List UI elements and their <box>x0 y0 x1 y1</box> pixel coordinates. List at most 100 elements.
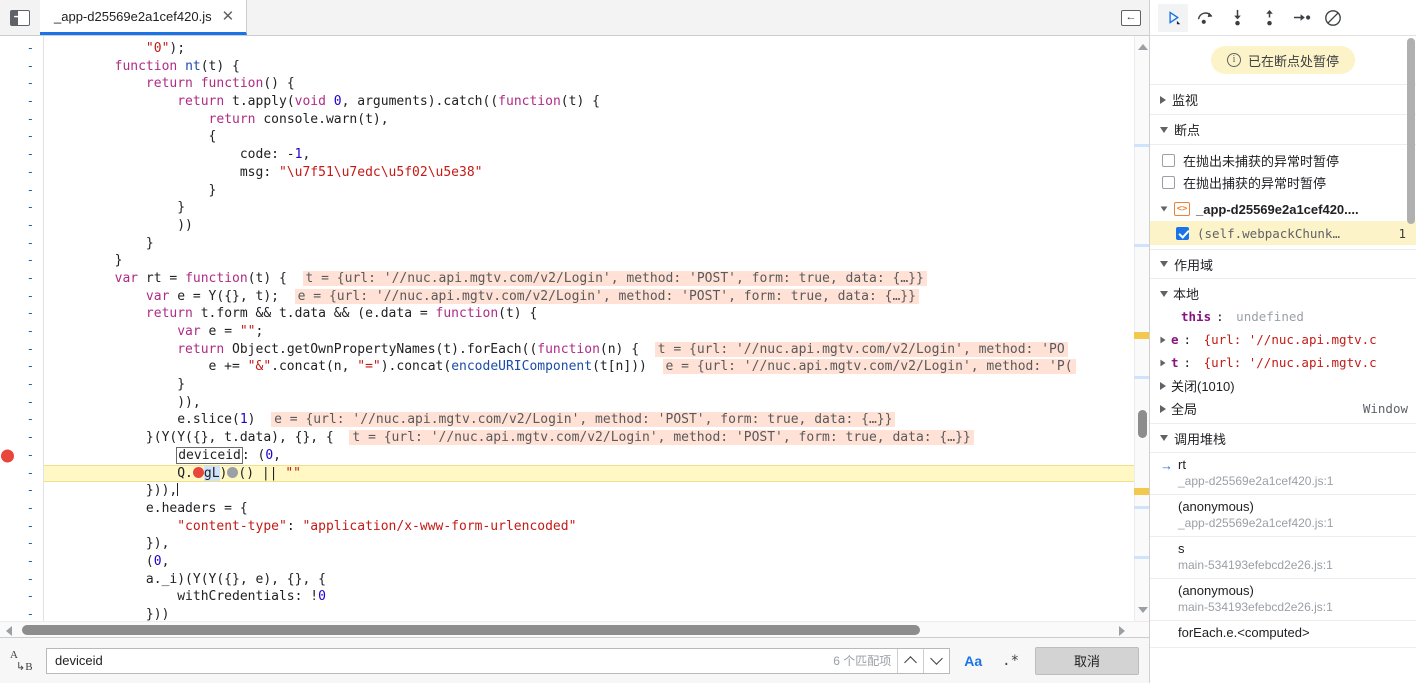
breakpoint-entry-row[interactable]: (self.webpackChunk… 1 <box>1150 221 1416 245</box>
gutter-line[interactable]: - <box>0 58 43 76</box>
code-line[interactable]: return console.warn(t), <box>44 111 1149 129</box>
gutter-line[interactable]: - <box>0 606 43 621</box>
checkbox-unchecked-icon[interactable] <box>1162 175 1175 189</box>
callstack-frame[interactable]: s main-534193efebcd2e26.js:1 <box>1150 537 1416 579</box>
code-line[interactable]: e.slice(1) e = {url: '//nuc.api.mgtv.com… <box>44 411 1149 429</box>
gutter-line[interactable]: - <box>0 358 43 376</box>
step-button[interactable] <box>1286 4 1316 32</box>
code-line[interactable]: var e = Y({}, t); e = {url: '//nuc.api.m… <box>44 288 1149 306</box>
gutter-line[interactable]: - <box>0 93 43 111</box>
code-line[interactable]: })), <box>44 482 1149 500</box>
code-line[interactable]: )), <box>44 394 1149 412</box>
gutter-line[interactable]: - <box>0 40 43 58</box>
code-line[interactable]: } <box>44 182 1149 200</box>
gutter-line[interactable]: - <box>0 75 43 93</box>
step-into-button[interactable] <box>1222 4 1252 32</box>
breakpoints-section-header[interactable]: 断点 <box>1150 115 1416 145</box>
code-line[interactable]: "0"); <box>44 40 1149 58</box>
scroll-right-arrow[interactable] <box>1119 626 1125 636</box>
gutter-line[interactable]: - <box>0 447 43 465</box>
scope-property-e[interactable]: e: {url: '//nuc.api.mgtv.c <box>1150 328 1416 351</box>
code-line[interactable]: e.headers = { <box>44 500 1149 518</box>
gutter-line[interactable]: - <box>0 252 43 270</box>
code-line[interactable]: var rt = function(t) { t = {url: '//nuc.… <box>44 270 1149 288</box>
gutter-line[interactable]: - <box>0 305 43 323</box>
code-line[interactable]: } <box>44 235 1149 253</box>
code-line[interactable]: function nt(t) { <box>44 58 1149 76</box>
step-out-button[interactable] <box>1254 4 1284 32</box>
gutter-line[interactable]: - <box>0 270 43 288</box>
code-line[interactable]: } <box>44 376 1149 394</box>
code-editor[interactable]: - - - - - - - - - - - - - - - - - - - - - - - - - - - - - - - - - "0"); … <box>0 36 1149 621</box>
scope-group-关闭(1010)[interactable]: 关闭(1010) <box>1150 374 1416 397</box>
scroll-down-arrow[interactable] <box>1138 607 1148 613</box>
code-horizontal-scrollbar[interactable] <box>0 621 1149 637</box>
checkbox-unchecked-icon[interactable] <box>1162 153 1175 167</box>
chevron-right-icon[interactable] <box>1160 359 1166 366</box>
code-line[interactable]: msg: "\u7f51\u7edc\u5f02\u5e38" <box>44 164 1149 182</box>
search-input[interactable] <box>47 648 834 673</box>
gutter-line[interactable]: - <box>0 199 43 217</box>
gutter-line[interactable]: - <box>0 588 43 606</box>
code-line[interactable]: "content-type": "application/x-www-form-… <box>44 518 1149 536</box>
search-prev-button[interactable] <box>897 648 924 673</box>
scope-section-header[interactable]: 作用域 <box>1150 249 1416 279</box>
gutter-line[interactable]: - <box>0 217 43 235</box>
vertical-scroll-thumb[interactable] <box>1138 410 1147 438</box>
code-line[interactable]: })) <box>44 606 1149 621</box>
scope-property-t[interactable]: t: {url: '//nuc.api.mgtv.c <box>1150 351 1416 374</box>
gutter-line[interactable]: - <box>0 164 43 182</box>
regex-button[interactable]: .* <box>996 653 1025 669</box>
code-line[interactable]: withCredentials: !0 <box>44 588 1149 606</box>
callstack-frame[interactable]: forEach.e.<computed> <box>1150 621 1416 648</box>
code-line[interactable]: return t.apply(void 0, arguments).catch(… <box>44 93 1149 111</box>
code-line[interactable]: }(Y(Y({}, t.data), {}, { t = {url: '//nu… <box>44 429 1149 447</box>
scroll-up-arrow[interactable] <box>1138 44 1148 50</box>
pause-caught-exceptions-row[interactable]: 在抛出捕获的异常时暂停 <box>1150 171 1416 193</box>
code-line[interactable]: )) <box>44 217 1149 235</box>
sidebar-scrollbar[interactable] <box>1406 36 1416 683</box>
show-navigator-button[interactable]: ➜ <box>0 0 40 35</box>
gutter-line[interactable]: - <box>0 518 43 536</box>
gutter-line[interactable]: - <box>0 182 43 200</box>
code-line[interactable]: e += "&".concat(n, "=").concat(encodeURI… <box>44 358 1149 376</box>
code-line[interactable]: (0, <box>44 553 1149 571</box>
gutter-line[interactable]: - <box>0 128 43 146</box>
checkbox-checked-icon[interactable] <box>1176 226 1189 240</box>
horizontal-scroll-thumb[interactable] <box>22 625 920 635</box>
code-line[interactable]: code: -1, <box>44 146 1149 164</box>
gutter-line[interactable]: - <box>0 341 43 359</box>
code-line[interactable]: var e = ""; <box>44 323 1149 341</box>
gutter-line[interactable]: - <box>0 146 43 164</box>
gutter-line[interactable]: - <box>0 376 43 394</box>
code-line[interactable]: deviceid: (0, <box>44 446 1149 465</box>
resume-button[interactable] <box>1158 3 1188 32</box>
code-line[interactable]: } <box>44 252 1149 270</box>
callstack-frame[interactable]: (anonymous) main-534193efebcd2e26.js:1 <box>1150 579 1416 621</box>
breakpoint-marker-icon[interactable] <box>1 449 14 463</box>
code-line[interactable]: }), <box>44 535 1149 553</box>
search-next-button[interactable] <box>923 648 950 673</box>
cancel-button[interactable]: 取消 <box>1035 646 1139 675</box>
collapse-sidebar-button[interactable]: ← <box>1121 9 1141 26</box>
gutter-line[interactable]: - <box>0 323 43 341</box>
gutter-line[interactable]: - <box>0 288 43 306</box>
sidebar-scroll-thumb[interactable] <box>1407 38 1415 224</box>
callstack-frame[interactable]: → rt _app-d25569e2a1cef420.js:1 <box>1150 453 1416 495</box>
gutter-line[interactable]: - <box>0 394 43 412</box>
code-line-executing[interactable]: Q. gL)() || "" <box>44 464 1149 483</box>
close-icon[interactable]: ✕ <box>220 9 237 24</box>
match-case-button[interactable]: Aa <box>960 653 986 669</box>
code-vertical-scrollbar[interactable] <box>1134 36 1149 621</box>
search-field-wrapper[interactable]: 6 个匹配项 <box>46 647 951 674</box>
line-gutter[interactable]: - - - - - - - - - - - - - - - - - - - - - - - - - - - - - - - - - <box>0 36 44 621</box>
tab-app-js[interactable]: _app-d25569e2a1cef420.js ✕ <box>40 0 248 35</box>
gutter-line[interactable]: - <box>0 465 43 483</box>
code-line[interactable]: a._i)(Y(Y({}, e), {}, { <box>44 571 1149 589</box>
code-line[interactable]: return function() { <box>44 75 1149 93</box>
gutter-line[interactable]: - <box>0 111 43 129</box>
gutter-line[interactable]: - <box>0 411 43 429</box>
callstack-frame[interactable]: (anonymous) _app-d25569e2a1cef420.js:1 <box>1150 495 1416 537</box>
code-line[interactable]: return Object.getOwnPropertyNames(t).for… <box>44 341 1149 359</box>
deactivate-breakpoints-button[interactable] <box>1318 4 1348 32</box>
